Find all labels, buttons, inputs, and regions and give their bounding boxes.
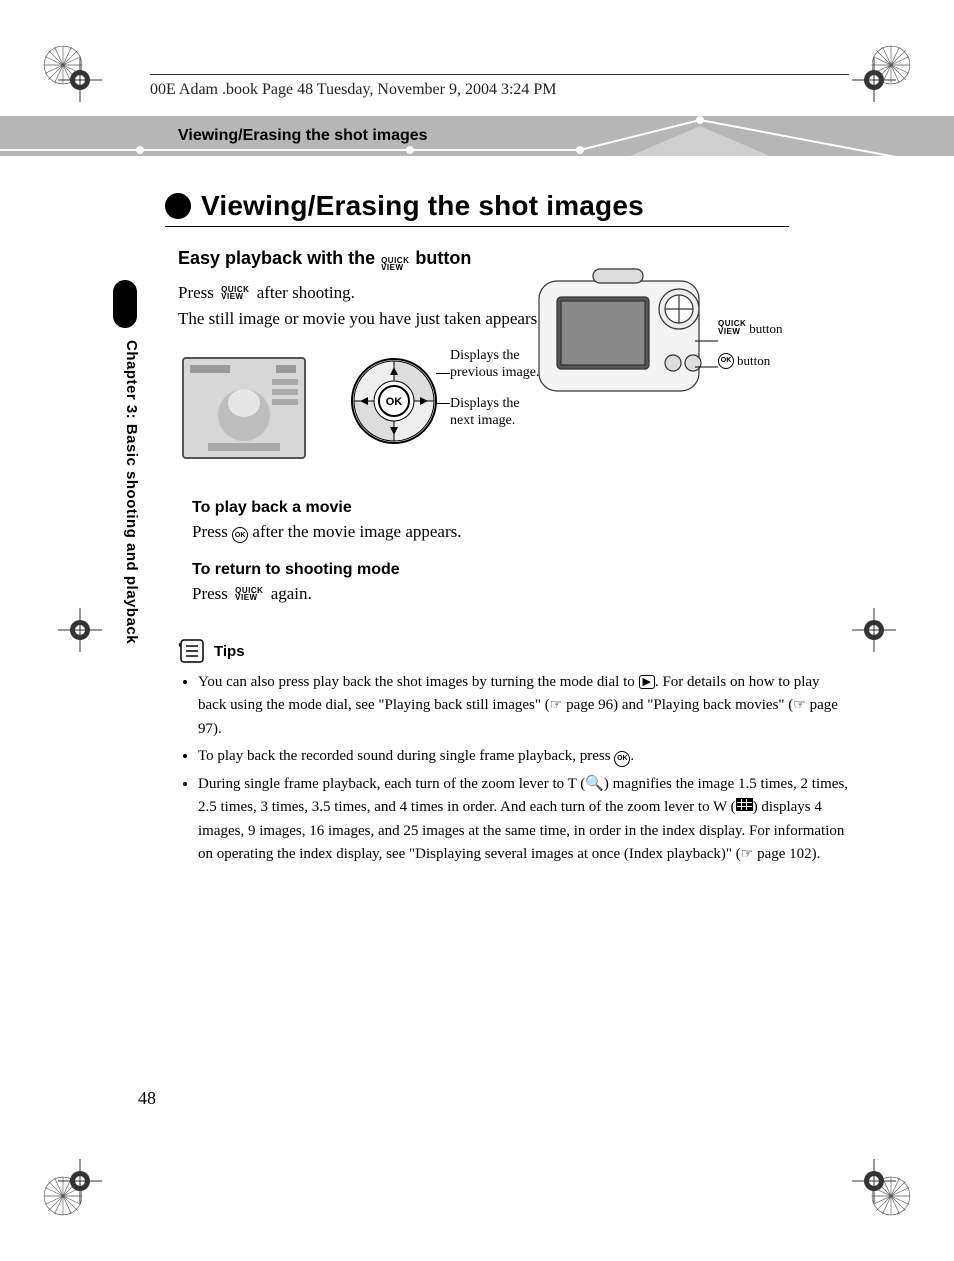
sample-image-thumbnail: [182, 357, 306, 459]
registration-mark-icon: [42, 1175, 84, 1217]
ok-button-icon: OK: [614, 751, 630, 767]
section-header-band: Viewing/Erasing the shot images: [0, 116, 954, 172]
subhead-play-movie: To play back a movie: [192, 499, 849, 517]
magnify-icon: 🔍: [585, 775, 604, 792]
camera-illustration: [533, 263, 718, 413]
registration-mark-icon: [870, 44, 912, 86]
sub2-p: Press QUICK VIEW again.: [192, 583, 849, 605]
callout-next-image: Displays the next image.: [450, 395, 540, 430]
camera-label-quickview: QUICK VIEW button: [718, 321, 783, 337]
pointer-reference-icon: ☞: [550, 696, 563, 712]
section-title-pre: Easy playback with the: [178, 248, 375, 269]
diagram-row: OK Displays the previous image. Displays…: [178, 351, 849, 481]
header-band-label: Viewing/Erasing the shot images: [178, 127, 428, 145]
heading-bullet-icon: [165, 193, 191, 219]
crosshair-icon: [852, 1159, 896, 1203]
ok-button-icon: OK: [718, 353, 734, 369]
crosshair-icon: [58, 1159, 102, 1203]
index-grid-icon: [736, 798, 753, 811]
ok-button-icon: OK: [232, 527, 248, 543]
quick-view-icon: QUICK VIEW: [235, 587, 263, 601]
chapter-tab: [113, 280, 137, 328]
svg-text:OK: OK: [386, 396, 403, 408]
crosshair-icon: [852, 608, 896, 652]
sub1-p: Press OK after the movie image appears.: [192, 521, 849, 544]
arrow-pad-icon: OK: [350, 357, 438, 445]
page-header-text: 00E Adam .book Page 48 Tuesday, November…: [150, 81, 557, 98]
subhead-return-shooting: To return to shooting mode: [192, 561, 849, 579]
heading-underline: [165, 226, 789, 227]
main-heading-text: Viewing/Erasing the shot images: [201, 190, 644, 222]
crosshair-icon: [58, 58, 102, 102]
playback-mode-icon: ▶: [639, 675, 655, 689]
quick-view-icon: QUICK VIEW: [381, 257, 409, 271]
main-heading: Viewing/Erasing the shot images: [165, 190, 644, 222]
tips-label: Tips: [214, 643, 245, 660]
crosshair-icon: [58, 608, 102, 652]
section-title-post: button: [415, 248, 471, 269]
tip-item: To play back the recorded sound during s…: [198, 745, 849, 768]
quick-view-icon: QUICK VIEW: [221, 286, 249, 300]
tips-heading: Tips: [178, 637, 849, 665]
tips-list: You can also press play back the shot im…: [178, 671, 849, 866]
page-frame-header: 00E Adam .book Page 48 Tuesday, November…: [150, 74, 849, 101]
registration-mark-icon: [870, 1175, 912, 1217]
camera-label-ok: OK button: [718, 353, 770, 369]
page-number: 48: [138, 1088, 156, 1109]
quick-view-icon: QUICK VIEW: [718, 320, 746, 334]
registration-mark-icon: [42, 44, 84, 86]
note-icon: [178, 637, 206, 665]
section1-p1: Press QUICK VIEW after shooting.: [178, 282, 849, 304]
section-title-easy-playback: Easy playback with the QUICK VIEW button: [178, 248, 849, 272]
tip-item: During single frame playback, each turn …: [198, 772, 849, 866]
pointer-reference-icon: ☞: [741, 845, 754, 861]
pointer-reference-icon: ☞: [793, 696, 806, 712]
crosshair-icon: [852, 58, 896, 102]
tip-item: You can also press play back the shot im…: [198, 671, 849, 741]
chapter-label: Chapter 3: Basic shooting and playback: [123, 340, 140, 644]
callout-previous-image: Displays the previous image.: [450, 347, 540, 382]
